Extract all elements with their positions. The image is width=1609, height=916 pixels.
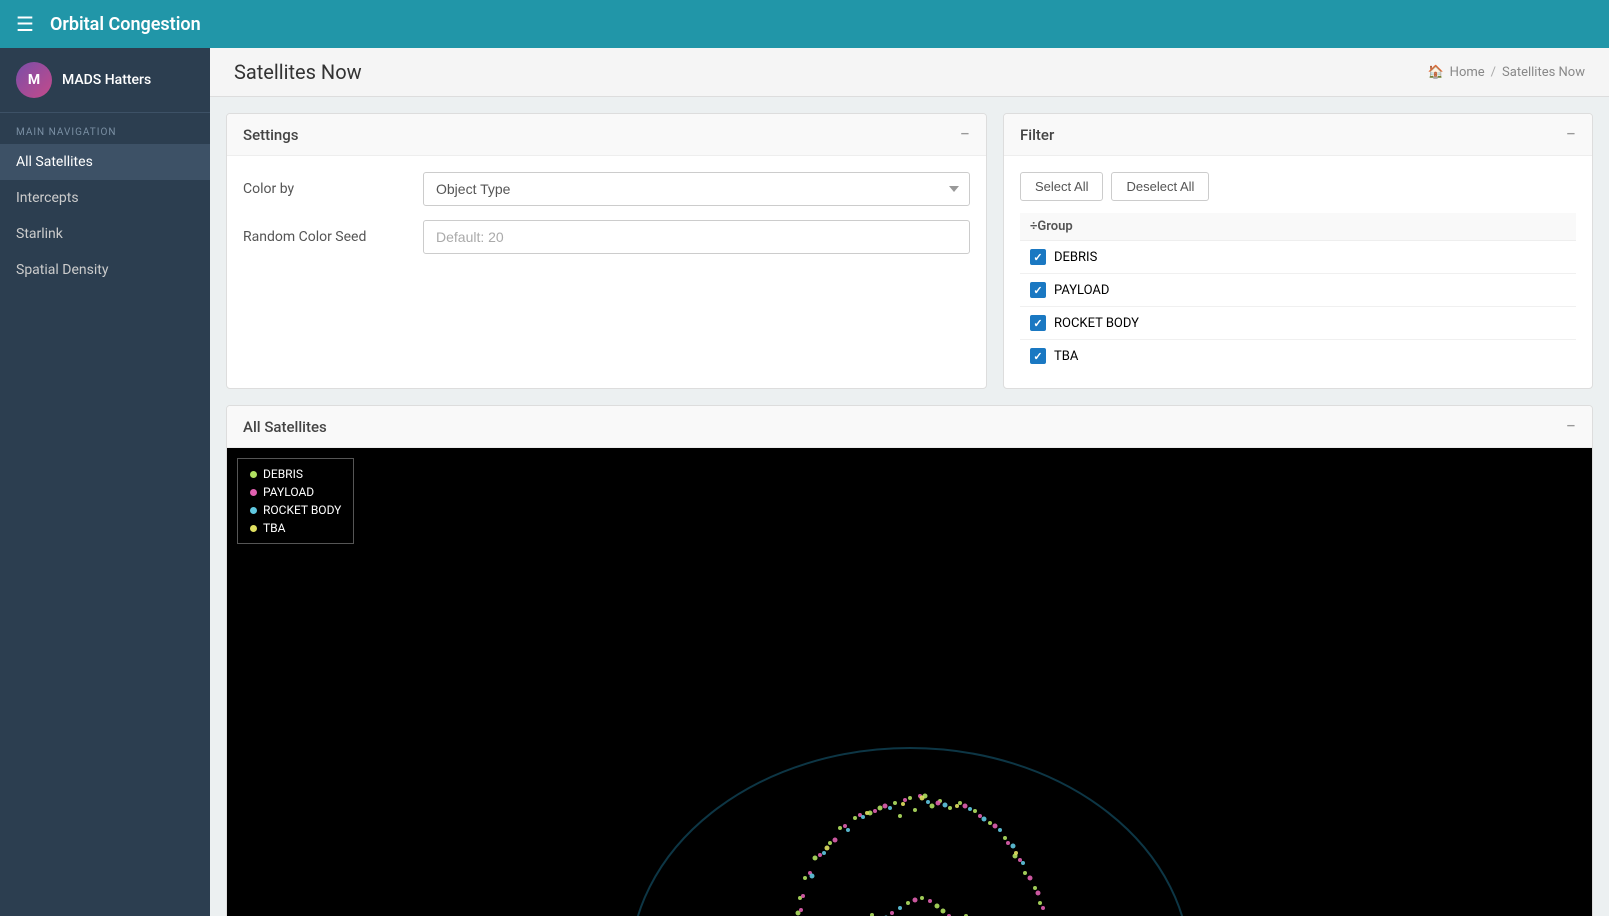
legend-label: TBA — [263, 521, 285, 535]
legend-item: DEBRIS — [250, 467, 341, 481]
satellites-panel-header: All Satellites − — [227, 406, 1592, 448]
settings-panel-title: Settings — [243, 126, 299, 144]
filter-checkbox[interactable] — [1030, 348, 1046, 364]
filter-item-label: DEBRIS — [1054, 250, 1097, 265]
filter-item-label: ROCKET BODY — [1054, 316, 1139, 331]
filter-checkbox[interactable] — [1030, 315, 1046, 331]
breadcrumb-current: Satellites Now — [1502, 65, 1585, 80]
legend-label: DEBRIS — [263, 467, 303, 481]
sidebar-item-starlink[interactable]: Starlink — [0, 216, 210, 252]
breadcrumb: 🏠 Home / Satellites Now — [1427, 65, 1585, 80]
sidebar-user: M MADS Hatters — [0, 48, 210, 113]
color-by-control-wrap: Object Type Country Launch Year Size — [423, 172, 970, 206]
legend-item: TBA — [250, 521, 341, 535]
legend-item: ROCKET BODY — [250, 503, 341, 517]
app-title: Orbital Congestion — [50, 14, 201, 35]
select-all-button[interactable]: Select All — [1020, 172, 1103, 201]
settings-panel-header: Settings − — [227, 114, 986, 156]
random-seed-control-wrap — [423, 220, 970, 254]
legend-dot — [250, 489, 257, 496]
hamburger-button[interactable]: ☰ — [16, 12, 34, 36]
legend-label: ROCKET BODY — [263, 503, 341, 517]
filter-table-row: ROCKET BODY — [1020, 307, 1576, 340]
random-seed-label: Random Color Seed — [243, 229, 423, 245]
satellite-viz-svg — [460, 648, 1360, 916]
filter-table-row: PAYLOAD — [1020, 274, 1576, 307]
satellites-panel: All Satellites − DEBRIS PAYLOAD ROCKET BOD… — [226, 405, 1593, 916]
filter-table-cell: DEBRIS — [1020, 241, 1576, 274]
filter-table-cell: TBA — [1020, 340, 1576, 373]
filter-checkbox[interactable] — [1030, 249, 1046, 265]
deselect-all-button[interactable]: Deselect All — [1111, 172, 1209, 201]
filter-collapse-button[interactable]: − — [1566, 124, 1576, 145]
color-by-select[interactable]: Object Type Country Launch Year Size — [423, 172, 970, 206]
settings-collapse-button[interactable]: − — [960, 124, 970, 145]
page-header: Satellites Now 🏠 Home / Satellites Now — [210, 48, 1609, 97]
filter-table-cell: PAYLOAD — [1020, 274, 1576, 307]
sidebar-item-all-satellites[interactable]: All Satellites — [0, 144, 210, 180]
filter-table-row: DEBRIS — [1020, 241, 1576, 274]
sidebar-item-spatial-density[interactable]: Spatial Density — [0, 252, 210, 288]
filter-panel-title: Filter — [1020, 126, 1054, 144]
legend: DEBRIS PAYLOAD ROCKET BODY TBA — [237, 458, 354, 544]
sidebar: M MADS Hatters MAIN NAVIGATION All Satel… — [0, 48, 210, 916]
nav-label: MAIN NAVIGATION — [0, 113, 210, 144]
filter-item-label: PAYLOAD — [1054, 283, 1109, 298]
top-navbar: ☰ Orbital Congestion — [0, 0, 1609, 48]
legend-dot — [250, 525, 257, 532]
breadcrumb-home[interactable]: Home — [1450, 65, 1485, 80]
page-title: Satellites Now — [234, 60, 362, 84]
filter-group-header: ÷Group — [1020, 213, 1576, 241]
avatar: M — [16, 62, 52, 98]
content-area: Satellites Now 🏠 Home / Satellites Now S… — [210, 48, 1609, 916]
panels-row: Settings − Color by Object Type Country … — [210, 97, 1609, 405]
legend-dot — [250, 507, 257, 514]
settings-panel: Settings − Color by Object Type Country … — [226, 113, 987, 389]
filter-table-row: TBA — [1020, 340, 1576, 373]
random-seed-row: Random Color Seed — [243, 220, 970, 254]
satellites-visualization: DEBRIS PAYLOAD ROCKET BODY TBA — [227, 448, 1592, 916]
filter-panel-body: Select All Deselect All ÷Group DEBRIS PAY… — [1004, 156, 1592, 388]
random-seed-input[interactable] — [423, 220, 970, 254]
color-by-row: Color by Object Type Country Launch Year… — [243, 172, 970, 206]
breadcrumb-separator: / — [1491, 65, 1496, 80]
filter-checkbox[interactable] — [1030, 282, 1046, 298]
filter-table: ÷Group DEBRIS PAYLOAD ROCKET BODY TBA — [1020, 213, 1576, 372]
filter-panel: Filter − Select All Deselect All ÷Group — [1003, 113, 1593, 389]
filter-panel-header: Filter − — [1004, 114, 1592, 156]
username: MADS Hatters — [62, 72, 151, 88]
home-icon: 🏠 — [1427, 65, 1443, 80]
filter-actions: Select All Deselect All — [1020, 172, 1576, 201]
filter-item-label: TBA — [1054, 349, 1078, 364]
sidebar-item-intercepts[interactable]: Intercepts — [0, 180, 210, 216]
satellites-collapse-button[interactable]: − — [1566, 416, 1576, 437]
satellites-panel-title: All Satellites — [243, 418, 327, 436]
filter-table-cell: ROCKET BODY — [1020, 307, 1576, 340]
main-layout: M MADS Hatters MAIN NAVIGATION All Satel… — [0, 48, 1609, 916]
satellites-section: All Satellites − DEBRIS PAYLOAD ROCKET BOD… — [226, 405, 1593, 916]
color-by-label: Color by — [243, 181, 423, 197]
legend-dot — [250, 471, 257, 478]
legend-label: PAYLOAD — [263, 485, 314, 499]
legend-item: PAYLOAD — [250, 485, 341, 499]
settings-panel-body: Color by Object Type Country Launch Year… — [227, 156, 986, 284]
